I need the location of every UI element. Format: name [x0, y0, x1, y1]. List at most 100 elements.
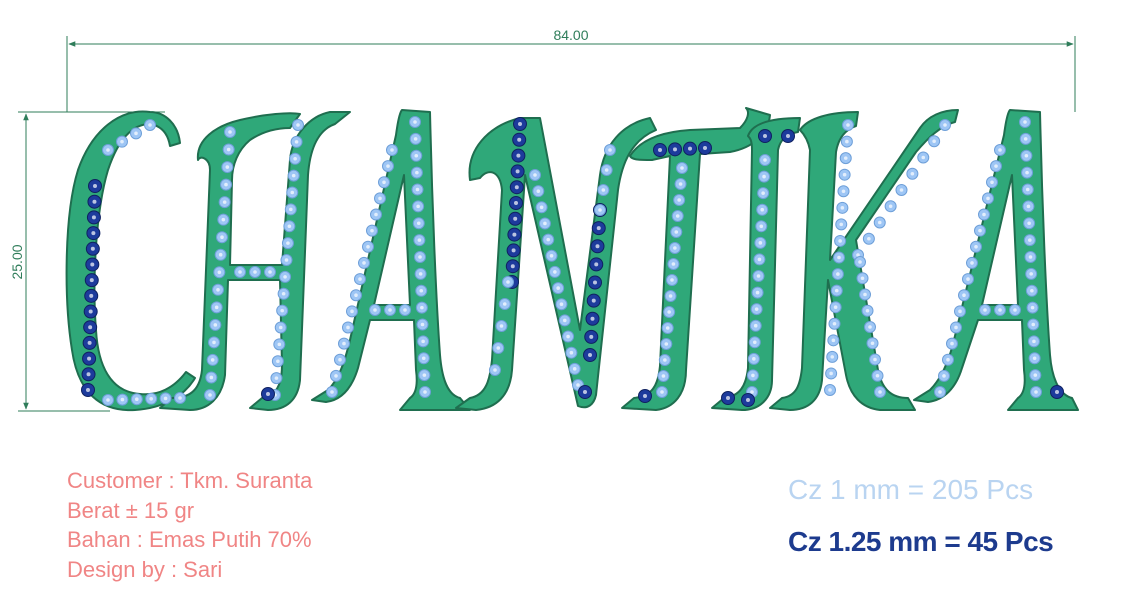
stone-highlight	[417, 238, 422, 242]
stone-highlight	[746, 398, 750, 402]
stone-highlight	[877, 220, 882, 225]
stone-highlight	[92, 199, 97, 204]
stone-highlight	[354, 293, 358, 298]
stone-highlight	[1034, 390, 1038, 394]
stone-highlight	[516, 153, 521, 158]
design-info: Customer : Tkm. Suranta Berat ± 15 gr Ba…	[67, 466, 312, 584]
stone-highlight	[390, 148, 394, 152]
stone-highlight	[218, 252, 223, 257]
stone-highlight	[763, 134, 767, 138]
stone-highlight	[506, 280, 510, 284]
stone-highlight	[224, 182, 228, 187]
stone-highlight	[757, 257, 762, 262]
stone-highlight	[658, 148, 662, 152]
stone-highlight	[415, 187, 420, 192]
stone-highlight	[664, 342, 669, 346]
stone-highlight	[836, 272, 840, 276]
stone-highlight	[546, 237, 551, 242]
stone-highlight	[726, 396, 730, 400]
stone-highlight	[290, 190, 295, 195]
stone-highlight	[416, 204, 420, 209]
stone-highlight	[90, 246, 95, 251]
stone-highlight	[120, 139, 124, 144]
stone-highlight	[661, 374, 666, 378]
stone-highlight	[413, 137, 418, 141]
stone-highlight	[420, 305, 424, 310]
stone-highlight	[703, 146, 707, 150]
stone-highlight	[334, 374, 338, 378]
small-stone-count: Cz 1 mm = 205 Pcs	[788, 474, 1034, 505]
stone-highlight	[840, 206, 845, 210]
stone-highlight	[120, 397, 125, 402]
stone-highlight	[414, 153, 419, 158]
stone-highlight	[863, 292, 867, 297]
stone-highlight	[845, 139, 849, 144]
stone-highlight	[1027, 221, 1031, 226]
stone-highlight	[220, 235, 224, 239]
stone-highlight	[416, 221, 421, 226]
stone-highlight	[786, 134, 790, 138]
stone-highlight	[89, 278, 94, 283]
stone-highlight	[366, 245, 370, 249]
stone-highlight	[514, 185, 519, 190]
stone-highlight	[589, 334, 594, 339]
stone-highlight	[837, 255, 841, 260]
stone-highlight	[217, 270, 222, 275]
stone-highlight	[266, 392, 270, 396]
stone-highlight	[493, 368, 497, 372]
stone-highlight	[422, 373, 427, 377]
stone-highlight	[990, 180, 994, 185]
stone-highlight	[572, 367, 577, 371]
stone-highlight	[134, 131, 138, 136]
stone-highlight	[841, 189, 846, 194]
stone-highlight	[762, 174, 766, 179]
stone-highlight	[843, 156, 848, 160]
stone-highlight	[88, 309, 93, 314]
stone-highlight	[761, 191, 765, 195]
stone-highlight	[978, 228, 982, 233]
stone-highlight	[511, 248, 516, 253]
stone-highlight	[216, 288, 220, 292]
stone-highlight	[673, 246, 677, 250]
stone-highlight	[755, 290, 760, 295]
stone-highlight	[910, 171, 915, 176]
stone-highlight	[496, 346, 501, 350]
stone-highlight	[598, 208, 602, 212]
stone-highlight	[831, 338, 836, 343]
stone-highlight	[91, 231, 96, 236]
stone-highlight	[663, 358, 667, 362]
stone-highlight	[680, 166, 684, 170]
stone-highlight	[751, 373, 755, 378]
stone-highlight	[839, 222, 844, 227]
stone-highlight	[932, 139, 936, 144]
stone-highlight	[752, 357, 756, 361]
stone-highlight	[225, 165, 230, 169]
stone-highlight	[421, 356, 426, 361]
stone-highlight	[539, 205, 544, 210]
stone-highlight	[403, 308, 407, 312]
stone-highlight	[135, 397, 139, 402]
stone-highlight	[420, 322, 425, 327]
stone-highlight	[549, 253, 554, 258]
stone-highlight	[386, 164, 390, 168]
stone-highlight	[283, 275, 287, 279]
stone-highlight	[289, 207, 293, 212]
stone-highlight	[553, 270, 557, 274]
stone-highlight	[280, 308, 284, 313]
designer-label: Design by : Sari	[67, 556, 223, 582]
stone-highlight	[418, 255, 422, 259]
width-label: 84.00	[553, 27, 588, 43]
stone-highlight	[688, 146, 692, 151]
letter-h	[159, 111, 351, 411]
stone-highlight	[943, 123, 947, 127]
stone-highlight	[834, 288, 839, 293]
stone-highlight	[858, 260, 862, 264]
customer-label: Customer : Tkm. Suranta	[67, 468, 313, 493]
stone-highlight	[499, 324, 504, 328]
stone-highlight	[921, 155, 926, 160]
stone-highlight	[954, 325, 958, 330]
stone-highlight	[373, 308, 377, 312]
stone-highlight	[758, 241, 763, 245]
stone-highlight	[1029, 272, 1033, 276]
stone-highlight	[208, 393, 212, 397]
